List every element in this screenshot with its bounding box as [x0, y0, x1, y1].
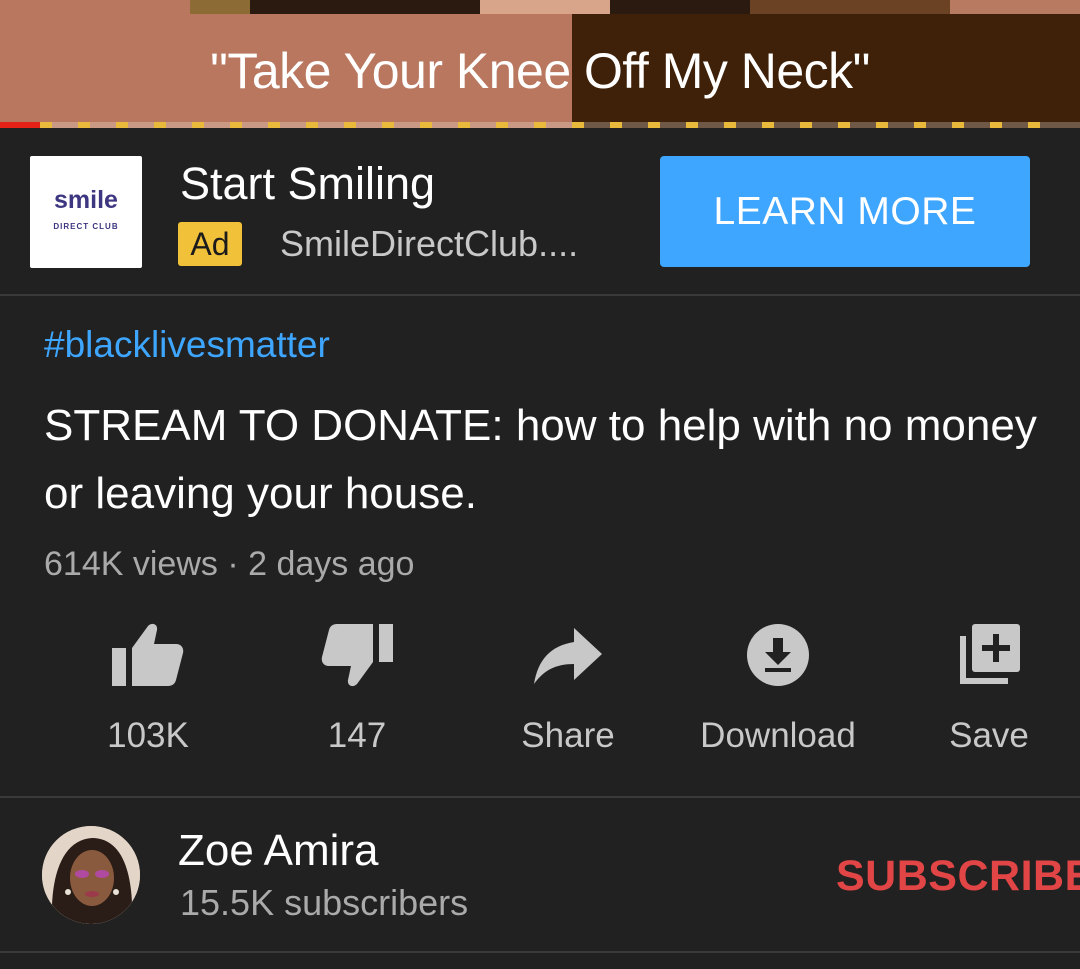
- avatar-image: [42, 826, 140, 924]
- save-playlist-icon: [960, 624, 1020, 684]
- share-label: Share: [521, 716, 615, 755]
- subscriber-count: 15.5K subscribers: [180, 882, 469, 923]
- dislike-button[interactable]: 147: [305, 622, 409, 762]
- share-icon: [534, 628, 602, 684]
- ad-badge: Ad: [178, 222, 242, 266]
- download-button[interactable]: Download: [690, 622, 866, 762]
- share-button[interactable]: Share: [512, 622, 624, 762]
- channel-name[interactable]: Zoe Amira: [178, 826, 379, 876]
- section-divider: [0, 796, 1080, 798]
- channel-avatar[interactable]: [42, 826, 140, 924]
- video-player[interactable]: "Take Your Knee Off My Neck": [0, 0, 1080, 128]
- logo-wordmark: smile: [54, 186, 118, 214]
- download-icon: [747, 624, 809, 686]
- like-button[interactable]: 103K: [92, 622, 204, 762]
- thumbs-up-icon: [112, 623, 184, 686]
- dislike-count: 147: [327, 716, 387, 755]
- video-meta: 614K views · 2 days ago: [44, 545, 415, 583]
- video-title[interactable]: STREAM TO DONATE: how to help with no mo…: [44, 392, 1044, 528]
- video-caption: "Take Your Knee Off My Neck": [210, 43, 870, 99]
- hashtag-link[interactable]: #blacklivesmatter: [44, 324, 330, 366]
- logo-subtext: DIRECT CLUB: [53, 222, 119, 231]
- thumbs-down-icon: [321, 624, 393, 687]
- section-divider-bottom: [0, 951, 1080, 953]
- ad-banner[interactable]: smile DIRECT CLUB Start Smiling Ad Smile…: [0, 128, 1080, 296]
- like-count: 103K: [107, 716, 189, 755]
- subscribe-button[interactable]: SUBSCRIBE: [836, 852, 1080, 901]
- learn-more-button[interactable]: LEARN MORE: [660, 156, 1030, 267]
- download-label: Download: [700, 716, 856, 755]
- video-frame-top: [190, 0, 950, 14]
- advertiser-logo[interactable]: smile DIRECT CLUB: [30, 156, 142, 268]
- save-button[interactable]: Save: [936, 622, 1042, 762]
- ad-domain: SmileDirectClub....: [280, 223, 579, 264]
- save-label: Save: [949, 716, 1029, 755]
- ad-title: Start Smiling: [180, 158, 436, 209]
